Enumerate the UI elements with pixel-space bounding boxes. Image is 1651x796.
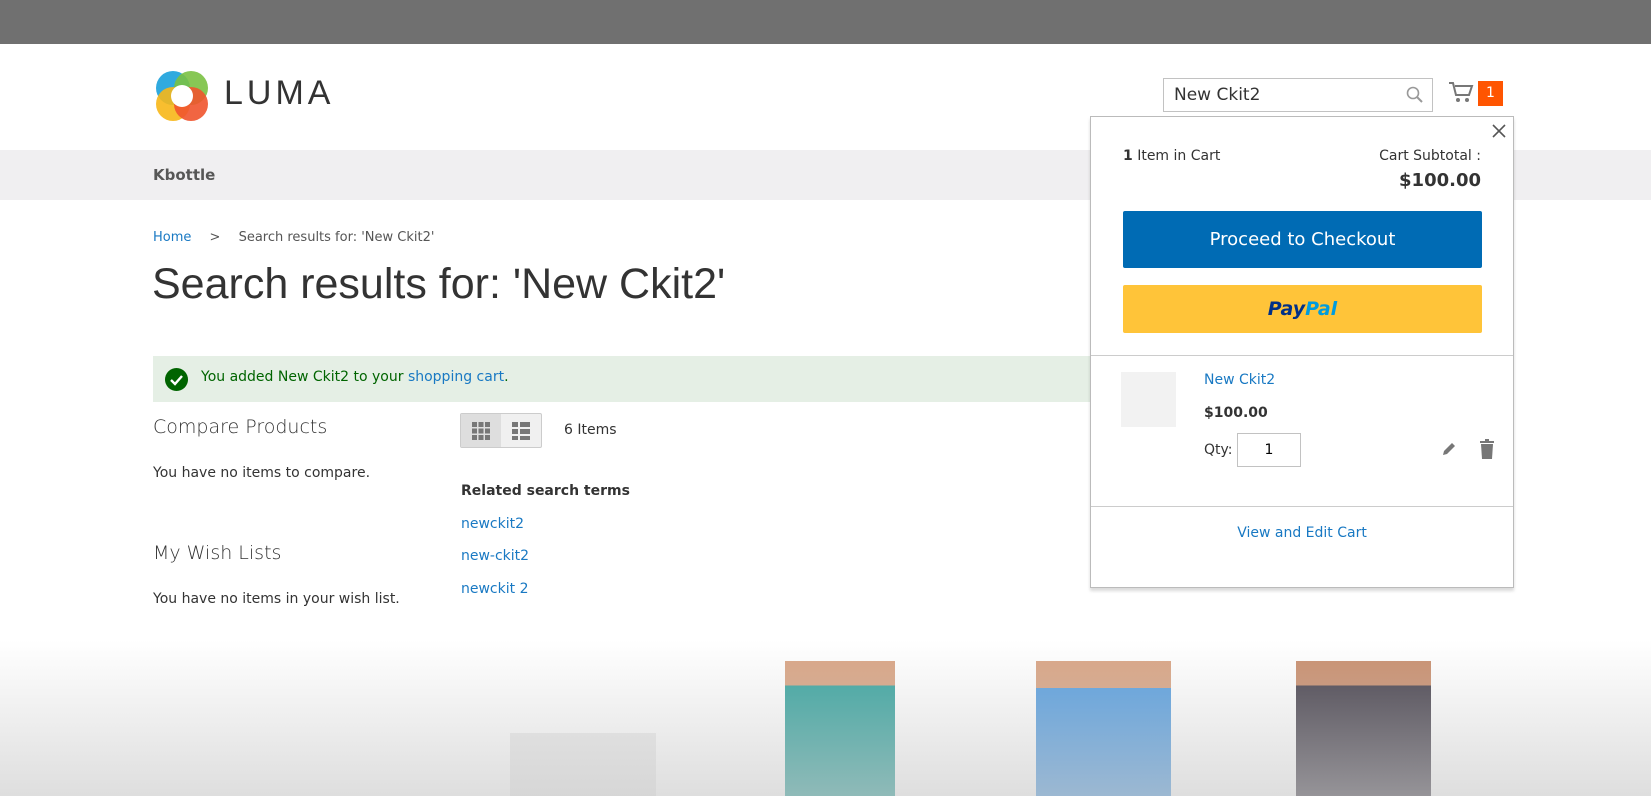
minicart-dropdown: 1 Item in Cart Cart Subtotal : $100.00 P… bbox=[1090, 116, 1514, 588]
qty-input[interactable] bbox=[1237, 433, 1301, 467]
edit-icon[interactable] bbox=[1441, 441, 1457, 457]
grid-view-button[interactable] bbox=[461, 414, 501, 447]
cart-item-thumbnail[interactable] bbox=[1121, 372, 1176, 427]
paypal-button[interactable]: Pay Pal bbox=[1123, 285, 1482, 333]
luma-logo-icon bbox=[156, 71, 208, 121]
related-term[interactable]: newckit 2 bbox=[461, 581, 528, 597]
proceed-to-checkout-button[interactable]: Proceed to Checkout bbox=[1123, 211, 1482, 268]
view-mode-toggle bbox=[460, 413, 542, 448]
cart-item-name[interactable]: New Ckit2 bbox=[1204, 372, 1275, 388]
divider bbox=[1091, 355, 1513, 356]
qty-label: Qty: bbox=[1204, 442, 1233, 458]
related-term[interactable]: new-ckit2 bbox=[461, 548, 529, 564]
browser-top-bar bbox=[0, 0, 1651, 44]
subtotal-label: Cart Subtotal : bbox=[1379, 148, 1481, 164]
wishlist-title: My Wish Lists bbox=[153, 542, 282, 564]
breadcrumb-separator: > bbox=[209, 230, 221, 245]
subtotal-value: $100.00 bbox=[1399, 170, 1481, 191]
trash-icon[interactable] bbox=[1479, 439, 1495, 459]
shopping-cart-link[interactable]: shopping cart bbox=[408, 369, 504, 385]
paypal-logo-pal: Pal bbox=[1305, 298, 1338, 320]
search-icon[interactable] bbox=[1406, 86, 1424, 104]
compare-empty: You have no items to compare. bbox=[153, 465, 371, 481]
search-input[interactable] bbox=[1163, 78, 1433, 112]
wishlist-empty: You have no items in your wish list. bbox=[153, 591, 400, 607]
cart-item-count: 1 bbox=[1123, 148, 1133, 164]
grid-icon bbox=[472, 421, 490, 440]
nav-item-kbottle[interactable]: Kbottle bbox=[153, 166, 215, 184]
close-icon[interactable] bbox=[1491, 123, 1507, 139]
cart-icon[interactable] bbox=[1448, 80, 1474, 104]
bottom-fade-overlay bbox=[0, 640, 1651, 796]
paypal-logo-pay: Pay bbox=[1267, 298, 1306, 320]
breadcrumb-current: Search results for: 'New Ckit2' bbox=[238, 230, 435, 245]
logo[interactable] bbox=[153, 68, 213, 124]
minicart-count: 1 Item in Cart bbox=[1123, 148, 1220, 164]
item-count: 6 Items bbox=[564, 422, 617, 438]
breadcrumb-home[interactable]: Home bbox=[153, 230, 191, 245]
cart-count-badge[interactable]: 1 bbox=[1478, 81, 1503, 106]
divider bbox=[1091, 506, 1513, 507]
cart-item-price: $100.00 bbox=[1204, 405, 1268, 421]
logo-text[interactable]: LUMA bbox=[224, 74, 334, 113]
list-icon bbox=[512, 421, 530, 440]
compare-title: Compare Products bbox=[153, 416, 328, 438]
message-text: You added New Ckit2 to your bbox=[201, 369, 408, 385]
related-title: Related search terms bbox=[461, 483, 630, 499]
check-circle-icon bbox=[165, 368, 188, 391]
page-title: Search results for: 'New Ckit2' bbox=[152, 260, 726, 308]
related-term[interactable]: newckit2 bbox=[461, 516, 524, 532]
cart-count-label: Item in Cart bbox=[1137, 148, 1221, 164]
view-and-edit-cart-link[interactable]: View and Edit Cart bbox=[1091, 525, 1513, 541]
breadcrumb: Home > Search results for: 'New Ckit2' bbox=[153, 230, 434, 245]
success-message: You added New Ckit2 to your shopping car… bbox=[153, 356, 1153, 402]
message-suffix: . bbox=[504, 369, 509, 385]
list-view-button[interactable] bbox=[501, 414, 541, 447]
